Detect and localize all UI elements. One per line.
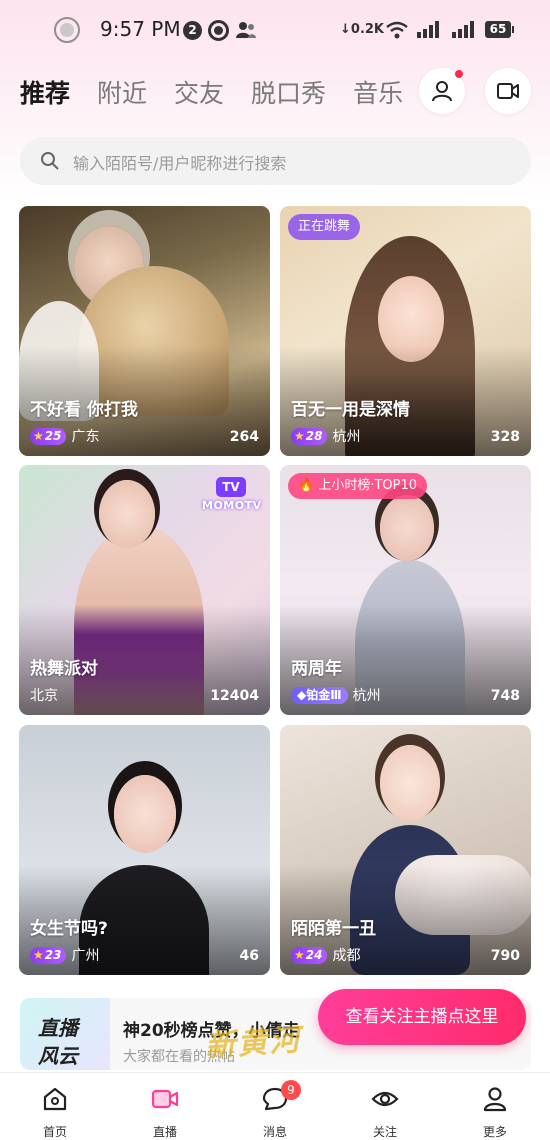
nav-more[interactable]: 更多 [455, 1073, 535, 1140]
go-live-button[interactable] [485, 68, 531, 114]
card-title: 女生节吗? [30, 919, 108, 939]
card-meta: ★24 成都 [291, 946, 360, 964]
notification-dot [455, 70, 463, 78]
tab-recommend[interactable]: 推荐 [20, 76, 70, 116]
live-card[interactable]: TV MOMOTV 热舞派对 北京 12404 [19, 465, 270, 715]
bottom-nav: 首页 直播 9 消息 关注 更多 [0, 1072, 550, 1140]
card-meta: ★25 广东 [30, 427, 99, 445]
profile-button[interactable] [419, 68, 465, 114]
live-video-icon [151, 1089, 179, 1109]
status-time: 9:57 PM [100, 17, 181, 41]
search-icon [41, 152, 59, 170]
person-icon [483, 1087, 507, 1112]
live-card[interactable]: 不好看 你打我 ★25 广东 264 [19, 206, 270, 456]
nav-home[interactable]: 首页 [15, 1073, 95, 1140]
signal-icon-secondary [452, 21, 474, 38]
card-city: 广东 [71, 429, 100, 445]
eye-icon [371, 1091, 399, 1107]
level-badge: ★28 [291, 427, 328, 445]
live-card[interactable]: 🔥 上小时榜·TOP10 两周年 ◆铂金Ⅲ 杭州 748 [280, 465, 531, 715]
live-card[interactable]: 正在跳舞 百无一用是深情 ★28 杭州 328 [280, 206, 531, 456]
card-title: 两周年 [291, 659, 342, 679]
card-city: 成都 [332, 948, 361, 964]
star-icon: ★ [294, 428, 305, 443]
level-badge: ★24 [291, 946, 328, 964]
home-icon [43, 1087, 67, 1111]
star-icon: ★ [33, 428, 44, 443]
platinum-badge: ◆铂金Ⅲ [291, 686, 348, 704]
record-icon [208, 20, 229, 41]
card-meta: ★23 广州 [30, 946, 99, 964]
card-title: 不好看 你打我 [30, 400, 138, 420]
viewer-count: 46 [239, 948, 259, 964]
card-title: 热舞派对 [30, 659, 98, 679]
nav-follow[interactable]: 关注 [345, 1073, 425, 1140]
promo-logo: 直播 风云 [20, 998, 110, 1070]
category-tabs: 推荐 附近 交友 脱口秀 音乐 [20, 76, 430, 116]
diamond-icon: ◆ [297, 687, 307, 702]
level-badge: ★23 [30, 946, 67, 964]
network-speed: ↓0.2K [340, 22, 385, 37]
card-city: 杭州 [352, 688, 381, 704]
live-card[interactable]: 女生节吗? ★23 广州 46 [19, 725, 270, 975]
user-icon [432, 81, 452, 102]
card-meta: ◆铂金Ⅲ 杭州 [291, 686, 381, 704]
card-meta: 北京 [30, 686, 58, 704]
nav-messages[interactable]: 9 消息 [235, 1073, 315, 1140]
video-camera-icon [497, 83, 519, 99]
star-icon: ★ [294, 947, 305, 962]
viewer-count: 790 [490, 948, 520, 964]
unread-badge: 9 [281, 1080, 301, 1100]
activity-tag: 正在跳舞 [288, 214, 361, 240]
search-bar[interactable]: 输入陌陌号/用户昵称进行搜索 [20, 137, 531, 185]
tab-nearby[interactable]: 附近 [97, 76, 147, 116]
card-city: 北京 [30, 688, 58, 704]
notification-count-icon: 2 [183, 21, 202, 40]
card-title: 百无一用是深情 [291, 400, 410, 420]
flame-icon: 🔥 [298, 478, 315, 493]
card-city: 杭州 [332, 429, 361, 445]
status-bar: 9:57 PM 2 ↓0.2K 65 [0, 0, 550, 60]
wifi-icon [386, 21, 408, 39]
app-indicator-icon [54, 17, 80, 43]
star-icon: ★ [33, 947, 44, 962]
ranking-tag: 🔥 上小时榜·TOP10 [288, 473, 428, 499]
live-card[interactable]: 陌陌第一丑 ★24 成都 790 [280, 725, 531, 975]
nav-live[interactable]: 直播 [125, 1073, 205, 1140]
tab-music[interactable]: 音乐 [353, 76, 403, 116]
viewer-count: 264 [229, 429, 259, 445]
viewer-count: 12404 [210, 688, 259, 704]
watermark-logo: 新黄河 [204, 1022, 303, 1065]
tab-talk-show[interactable]: 脱口秀 [251, 76, 326, 116]
card-meta: ★28 杭州 [291, 427, 360, 445]
signal-icon [417, 21, 439, 38]
level-badge: ★25 [30, 427, 67, 445]
battery-icon: 65 [485, 21, 514, 38]
view-followed-streamers-button[interactable]: 查看关注主播点这里 [318, 989, 526, 1045]
momotv-logo: TV MOMOTV [202, 477, 261, 517]
search-placeholder: 输入陌陌号/用户昵称进行搜索 [73, 154, 287, 173]
card-city: 广州 [71, 948, 100, 964]
viewer-count: 328 [490, 429, 520, 445]
tab-friends[interactable]: 交友 [174, 76, 224, 116]
people-icon [236, 22, 256, 38]
viewer-count: 748 [490, 688, 520, 704]
card-title: 陌陌第一丑 [291, 919, 376, 939]
